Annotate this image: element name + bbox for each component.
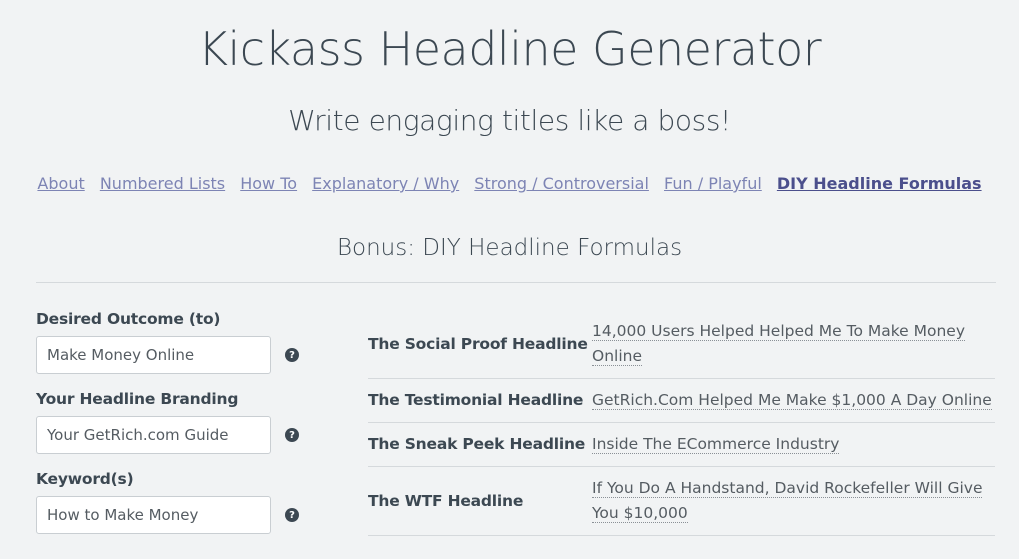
nav-link-about[interactable]: About <box>37 174 84 193</box>
generated-headline: If You Do A Handstand, David Rockefeller… <box>592 476 995 526</box>
generated-headline-text: Inside The ECommerce Industry <box>592 435 840 454</box>
headline-branding-input[interactable] <box>36 416 271 454</box>
nav-link-explanatory-why[interactable]: Explanatory / Why <box>312 174 459 193</box>
keywords-row: ? <box>36 496 316 534</box>
headline-form: Desired Outcome (to) ? Your Headline Bra… <box>36 310 316 550</box>
keywords-field: Keyword(s) ? <box>36 470 316 534</box>
page-title: Kickass Headline Generator <box>197 22 822 76</box>
nav-link-numbered-lists[interactable]: Numbered Lists <box>100 174 225 193</box>
nav-link-strong-controversial[interactable]: Strong / Controversial <box>474 174 649 193</box>
table-row: The Social Proof Headline 14,000 Users H… <box>368 310 995 379</box>
formula-name: The WTF Headline <box>368 491 524 510</box>
formula-name: The Social Proof Headline <box>368 334 588 353</box>
page-subtitle: Write engaging titles like a boss! <box>288 104 731 137</box>
headline-branding-label: Your Headline Branding <box>36 390 239 408</box>
table-row: The Sneak Peek Headline Inside The EComm… <box>368 423 995 467</box>
generated-headline-text: GetRich.Com Helped Me Make $1,000 A Day … <box>592 391 992 410</box>
question-circle-icon[interactable]: ? <box>285 348 299 362</box>
formula-name: The Sneak Peek Headline <box>368 435 586 453</box>
nav-link-fun-playful[interactable]: Fun / Playful <box>664 174 762 193</box>
section-divider <box>36 282 996 283</box>
headline-branding-row: ? <box>36 416 316 454</box>
generated-headline-text: If You Do A Handstand, David Rockefeller… <box>592 479 983 523</box>
table-row: The Testimonial Headline GetRich.Com Hel… <box>368 379 995 423</box>
table-row: The WTF Headline If You Do A Handstand, … <box>368 467 995 536</box>
nav-link-how-to[interactable]: How To <box>240 174 297 193</box>
desired-outcome-field: Desired Outcome (to) ? <box>36 310 316 374</box>
category-nav: About Numbered Lists How To Explanatory … <box>0 174 1019 193</box>
generated-headline: Inside The ECommerce Industry <box>592 432 995 457</box>
keywords-label: Keyword(s) <box>36 470 134 488</box>
desired-outcome-label: Desired Outcome (to) <box>36 310 221 328</box>
section-title: Bonus: DIY Headline Formulas <box>336 235 683 261</box>
question-circle-icon[interactable]: ? <box>285 428 299 442</box>
generated-headline-text: 14,000 Users Helped Helped Me To Make Mo… <box>592 322 965 366</box>
desired-outcome-input[interactable] <box>36 336 271 374</box>
nav-link-diy-headline-formulas[interactable]: DIY Headline Formulas <box>777 174 982 193</box>
desired-outcome-row: ? <box>36 336 316 374</box>
generated-headline: 14,000 Users Helped Helped Me To Make Mo… <box>592 319 995 369</box>
formula-name: The Testimonial Headline <box>368 391 584 409</box>
question-circle-icon[interactable]: ? <box>285 508 299 522</box>
keywords-input[interactable] <box>36 496 271 534</box>
generated-headline: GetRich.Com Helped Me Make $1,000 A Day … <box>592 388 995 413</box>
headline-branding-field: Your Headline Branding ? <box>36 390 316 454</box>
headline-formulas-table: The Social Proof Headline 14,000 Users H… <box>368 310 995 536</box>
